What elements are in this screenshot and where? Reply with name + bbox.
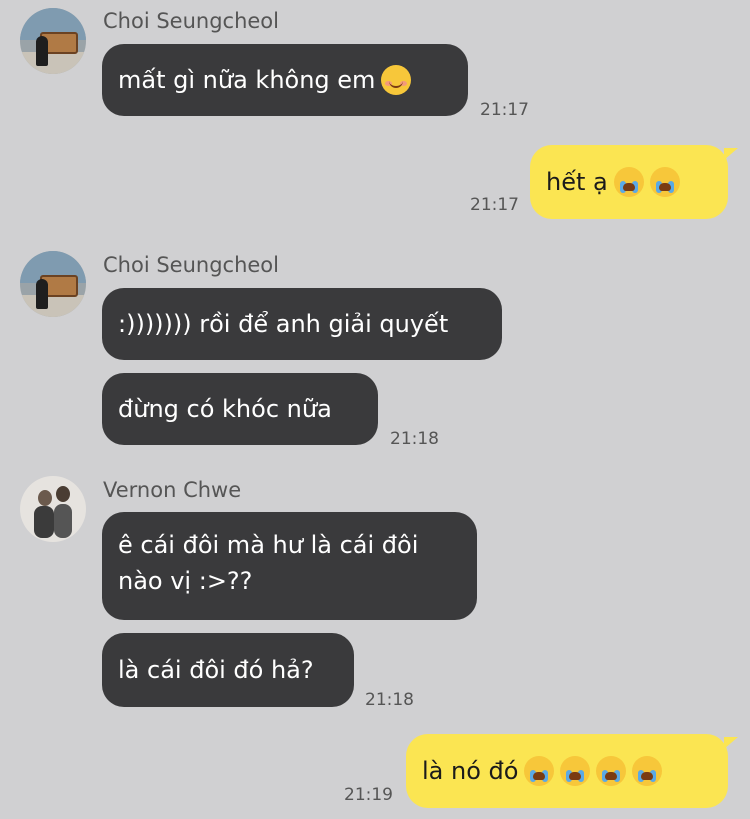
message-text-line: nào vị :>?? xyxy=(118,567,253,595)
message-time: 21:18 xyxy=(365,690,414,710)
sender-name: Choi Seungcheol xyxy=(103,9,279,33)
message-time: 21:18 xyxy=(390,429,439,449)
crying-face-icon xyxy=(596,756,627,786)
crying-face-icon xyxy=(613,167,644,197)
sender-name: Vernon Chwe xyxy=(103,478,242,502)
sender-name: Choi Seungcheol xyxy=(103,253,279,277)
message-text: là cái đôi đó hả? xyxy=(118,656,314,684)
message-bubble-incoming[interactable]: là cái đôi đó hả? xyxy=(102,633,354,707)
message-text: mất gì nữa không em xyxy=(118,66,376,94)
crying-face-icon xyxy=(632,756,663,786)
message-time: 21:17 xyxy=(470,195,519,215)
message-time: 21:19 xyxy=(344,785,393,805)
message-text: là nó đó xyxy=(422,757,519,785)
bubble-tail xyxy=(724,737,738,749)
message-text-line: ê cái đôi mà hư là cái đôi xyxy=(118,531,419,559)
message-text: :))))))) rồi để anh giải quyết xyxy=(118,310,449,338)
message-bubble-outgoing[interactable]: hết ạ xyxy=(530,145,728,219)
message-time: 21:17 xyxy=(480,100,529,120)
avatar-vernon-chwe[interactable] xyxy=(20,476,86,542)
avatar-choi-seungcheol[interactable] xyxy=(20,8,86,74)
message-bubble-incoming[interactable]: mất gì nữa không em xyxy=(102,44,468,116)
message-bubble-outgoing[interactable]: là nó đó xyxy=(406,734,728,808)
message-text: đừng có khóc nữa xyxy=(118,395,332,423)
message-bubble-incoming[interactable]: :))))))) rồi để anh giải quyết xyxy=(102,288,502,360)
message-bubble-incoming[interactable]: đừng có khóc nữa xyxy=(102,373,378,445)
message-bubble-incoming[interactable]: ê cái đôi mà hư là cái đôi nào vị :>?? xyxy=(102,512,477,620)
message-text: hết ạ xyxy=(546,168,608,196)
smiling-face-icon xyxy=(381,65,412,95)
crying-face-icon xyxy=(649,167,680,197)
crying-face-icon xyxy=(560,756,591,786)
avatar-choi-seungcheol[interactable] xyxy=(20,251,86,317)
bubble-tail xyxy=(724,148,738,160)
crying-face-icon xyxy=(524,756,555,786)
